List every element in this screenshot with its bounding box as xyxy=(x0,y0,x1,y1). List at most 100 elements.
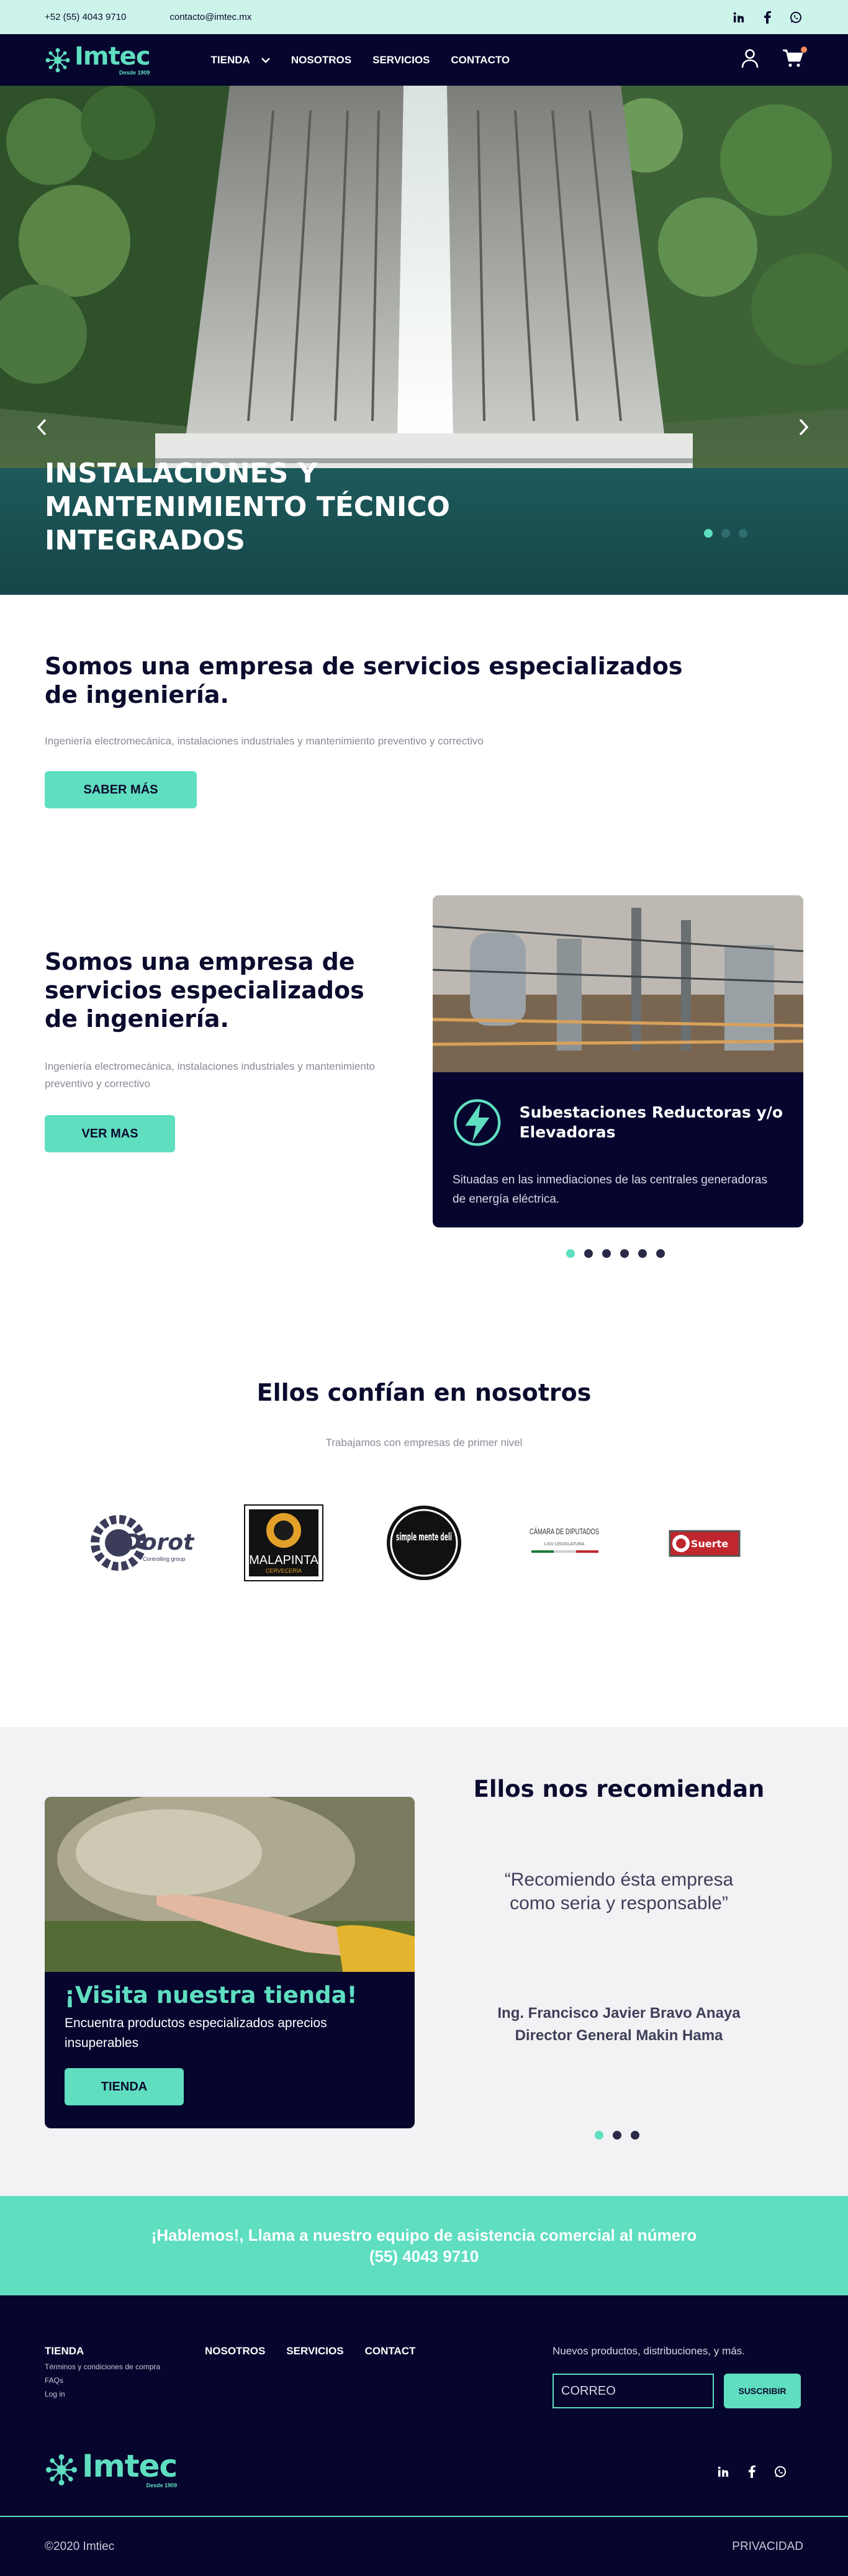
hero-dot[interactable] xyxy=(739,529,747,538)
clients-section: Ellos confían en nosotros Trabajamos con… xyxy=(0,1330,848,1727)
service-card[interactable]: Subestaciones Reductoras y/o Elevadoras … xyxy=(433,895,803,1227)
chevron-right-icon xyxy=(799,418,809,436)
cta-phone[interactable]: (55) 4043 9710 xyxy=(369,2246,479,2267)
footer-socials xyxy=(716,2464,788,2479)
chevron-down-icon xyxy=(261,57,270,63)
hero-prev-arrow[interactable] xyxy=(32,415,51,440)
hero-pagination xyxy=(704,529,747,538)
footer-tienda[interactable]: TIENDA xyxy=(45,2345,160,2357)
nav-item-tienda[interactable]: TIENDA xyxy=(211,54,270,66)
brand-mark-icon xyxy=(45,2454,78,2485)
service-dot[interactable] xyxy=(566,1249,575,1258)
footer-nosotros[interactable]: NOSOTROS xyxy=(205,2345,265,2357)
whatsapp-icon[interactable] xyxy=(788,10,803,25)
linkedin-icon[interactable] xyxy=(731,10,746,25)
hero-title: INSTALACIONES Y MANTENIMIENTO TÉCNICO IN… xyxy=(45,458,450,556)
privacy-link[interactable]: PRIVACIDAD xyxy=(732,2540,803,2554)
author-name: Ing. Francisco Javier Bravo Anaya xyxy=(497,2005,741,2022)
service-dot[interactable] xyxy=(602,1249,611,1258)
saber-mas-button[interactable]: SABER MÁS xyxy=(45,771,197,808)
nav-item-contacto[interactable]: CONTACTO xyxy=(451,54,510,66)
tienda-button[interactable]: TIENDA xyxy=(65,2068,184,2105)
nav-item-servicios[interactable]: SERVICIOS xyxy=(372,54,430,66)
services-text: Ingeniería electromecánica, instalacione… xyxy=(45,1060,376,1090)
subscribe-button[interactable]: SUSCRIBIR xyxy=(724,2374,801,2408)
clients-title: Ellos confían en nosotros xyxy=(256,1379,592,1406)
author-role: Director General Makin Hama xyxy=(515,2027,723,2044)
client-logo-sub: Controlling group xyxy=(143,1556,186,1562)
footer-brand-tagline: Desde 1909 xyxy=(146,2482,178,2488)
chevron-left-icon xyxy=(37,418,47,436)
newsletter-label: Nuevos productos, distribuciones, y más. xyxy=(553,2345,745,2357)
client-logo-suerte: Suerte xyxy=(652,1503,757,1583)
clients-subtitle: Trabajamos con empresas de primer nivel xyxy=(325,1437,523,1448)
testimonial: Ellos nos recomiendan “Recomiendo ésta e… xyxy=(435,1776,803,2047)
client-logo-label: MALAPINTA xyxy=(249,1553,319,1567)
nav-item-nosotros[interactable]: NOSOTROS xyxy=(291,54,351,66)
store-card[interactable]: ¡Visita nuestra tienda! Encuentra produc… xyxy=(45,1797,415,2128)
client-logo-label: Dorot xyxy=(123,1530,195,1555)
hero-dot[interactable] xyxy=(704,529,713,538)
hero-dot[interactable] xyxy=(721,529,730,538)
copyright: ©2020 Imtiec xyxy=(45,2539,115,2553)
phone-number[interactable]: +52 (55) 4043 9710 xyxy=(45,12,126,22)
substation-image xyxy=(433,895,803,1072)
facebook-icon[interactable] xyxy=(744,2464,759,2479)
service-dot[interactable] xyxy=(620,1249,629,1258)
testimonial-dot[interactable] xyxy=(595,2131,603,2140)
linkedin-icon[interactable] xyxy=(716,2464,731,2479)
hand-dust-image xyxy=(45,1797,415,1972)
email-field[interactable] xyxy=(553,2374,714,2408)
client-logo-label: CÁMARA DE DIPUTADOS xyxy=(530,1527,599,1536)
card-description: Situadas en las inmediaciones de las cen… xyxy=(453,1173,767,1206)
services-section: Somos una empresa de servicios especiali… xyxy=(0,895,848,1330)
client-logo-sub: CERVECERÍA xyxy=(266,1568,302,1574)
testimonial-pagination xyxy=(595,2131,639,2140)
top-bar: +52 (55) 4043 9710 contacto@imtec.mx xyxy=(0,0,848,34)
call-to-action-band: ¡Hablemos!, Llama a nuestro equipo de as… xyxy=(0,2196,848,2295)
cta-text: ¡Hablemos!, Llama a nuestro equipo de as… xyxy=(151,2226,697,2244)
footer-brand-name: Imtec xyxy=(82,2448,178,2484)
footer-link-terms[interactable]: Términos y condiciones de compra xyxy=(45,2362,160,2371)
footer-logo[interactable]: Imtec Desde 1909 xyxy=(45,2448,178,2488)
brand-logo[interactable]: Imtec Desde 1909 xyxy=(45,44,151,76)
whatsapp-icon[interactable] xyxy=(773,2464,788,2479)
user-icon[interactable] xyxy=(741,48,759,71)
contact-email[interactable]: contacto@imtec.mx xyxy=(169,12,251,22)
footer-contact[interactable]: CONTACT xyxy=(365,2345,416,2357)
services-title: Somos una empresa de servicios especiali… xyxy=(45,948,364,1033)
client-logo-malapinta: MALAPINTA CERVECERÍA xyxy=(231,1503,336,1583)
testimonial-author: Ing. Francisco Javier Bravo Anaya Direct… xyxy=(435,2002,803,2047)
card-title: Subestaciones Reductoras y/o Elevadoras xyxy=(519,1103,783,1141)
services-pagination xyxy=(566,1249,665,1258)
hero-slider: INSTALACIONES Y MANTENIMIENTO TÉCNICO IN… xyxy=(0,86,848,595)
service-dot[interactable] xyxy=(656,1249,665,1258)
nav-item-label: TIENDA xyxy=(210,53,250,66)
footer-link-login[interactable]: Log in xyxy=(45,2390,160,2398)
footer-servicios[interactable]: SERVICIOS xyxy=(286,2345,343,2357)
client-logo-sub: LXIV LEGISLATURA xyxy=(544,1542,585,1547)
hero-next-arrow[interactable] xyxy=(795,415,813,440)
footer-menu: NOSOTROS SERVICIOS CONTACT xyxy=(205,2345,415,2357)
client-logo-simplemente-deli: simple mente deli xyxy=(371,1503,477,1583)
facebook-icon[interactable] xyxy=(760,10,775,25)
lightning-icon xyxy=(454,1099,501,1146)
intro-section: Somos una empresa de servicios especiali… xyxy=(0,595,848,895)
footer-link-faqs[interactable]: FAQs xyxy=(45,2376,160,2385)
service-dot[interactable] xyxy=(638,1249,647,1258)
brand-tagline: Desde 1909 xyxy=(119,70,150,76)
top-socials xyxy=(731,10,803,25)
service-dot[interactable] xyxy=(584,1249,593,1258)
testimonial-dot[interactable] xyxy=(631,2131,639,2140)
intro-title: Somos una empresa de servicios especiali… xyxy=(45,653,683,708)
bottom-bar: ©2020 Imtiec PRIVACIDAD xyxy=(0,2516,848,2576)
client-logo-camara-diputados: CÁMARA DE DIPUTADOS LXIV LEGISLATURA xyxy=(512,1503,617,1583)
main-nav: Imtec Desde 1909 TIENDA NOSOTROS SERVICI… xyxy=(0,34,848,86)
cart-icon[interactable] xyxy=(782,47,807,71)
intro-text: Ingeniería electromecánica, instalacione… xyxy=(45,735,484,747)
recommend-section: ¡Visita nuestra tienda! Encuentra produc… xyxy=(0,1727,848,2196)
ver-mas-button[interactable]: VER MAS xyxy=(45,1115,175,1152)
testimonial-dot[interactable] xyxy=(613,2131,621,2140)
client-logo-label: Suerte xyxy=(691,1538,728,1550)
newsletter: Nuevos productos, distribuciones, y más.… xyxy=(553,2345,801,2408)
